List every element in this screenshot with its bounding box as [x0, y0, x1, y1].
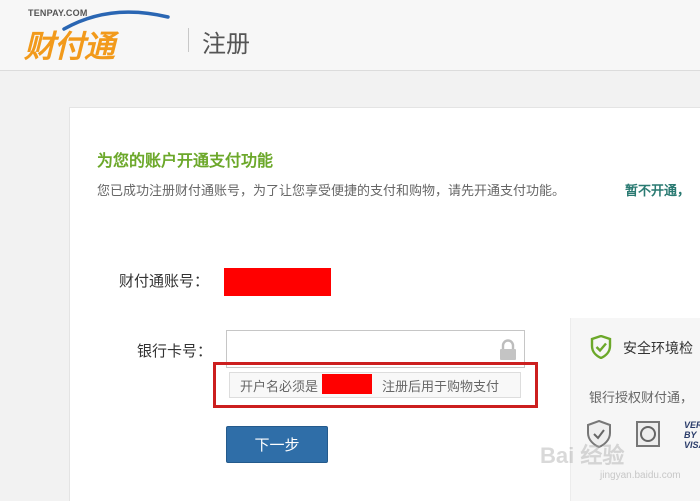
lock-icon	[500, 339, 516, 360]
bank-card-label: 银行卡号：	[137, 342, 213, 360]
account-label: 财付通账号：	[119, 272, 210, 290]
tenpay-logo[interactable]: TENPAY.COM 财付通	[24, 8, 174, 65]
security-check-title: 安全环境检	[623, 341, 693, 357]
section-description: 您已成功注册财付通账号，为了让您享受便捷的支付和购物，请先开通支付功能。	[97, 184, 566, 199]
page-title: 注册	[202, 30, 250, 58]
skip-activation-link[interactable]: 暂不开通，	[625, 180, 690, 199]
header-divider	[188, 28, 189, 52]
bank-authorization-text: 银行授权财付通，	[589, 391, 694, 406]
baidu-watermark-url: jingyan.baidu.com	[600, 470, 681, 481]
account-name-redacted	[322, 374, 372, 394]
shield-check-icon	[590, 335, 612, 359]
section-title: 为您的账户开通支付功能	[97, 151, 274, 170]
verified-by-visa-logo: VER BY VISA	[684, 420, 700, 450]
account-value-redacted	[224, 268, 331, 296]
logo-wordmark: 财付通	[24, 29, 115, 65]
header: TENPAY.COM 财付通 注册	[0, 0, 700, 71]
hint-text-suffix: 注册后用于购物支付	[382, 380, 500, 395]
bank-seal-badge-icon	[636, 421, 660, 447]
hint-text-prefix: 开户名必须是	[240, 380, 319, 395]
next-step-button[interactable]: 下一步	[226, 426, 328, 463]
baidu-watermark: Bai 经验	[540, 443, 625, 468]
